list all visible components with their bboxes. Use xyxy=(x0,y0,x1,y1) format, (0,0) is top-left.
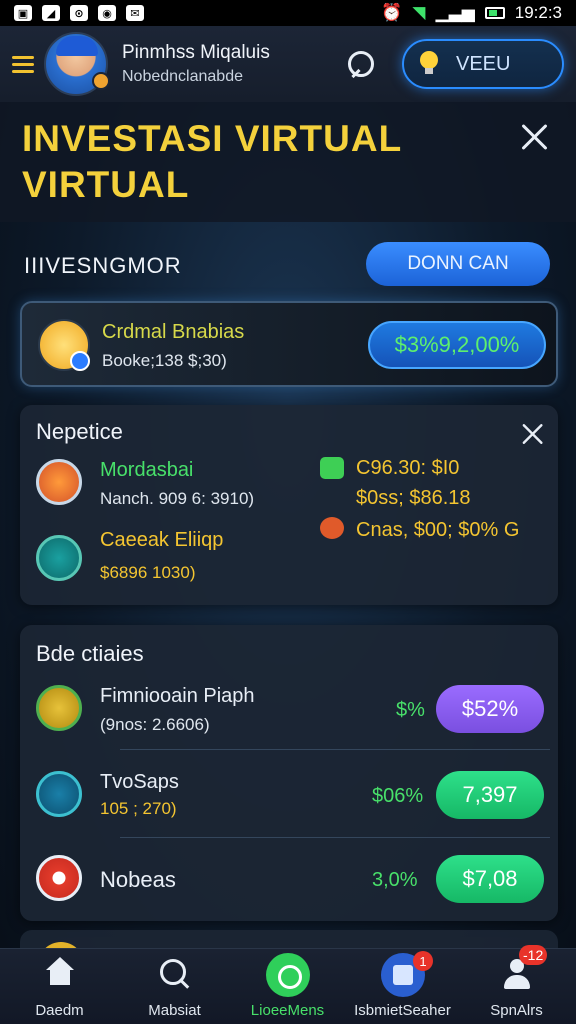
stat-line: C96.30: $I0 xyxy=(356,457,460,479)
caeeak-icon xyxy=(36,535,82,581)
gear-icon xyxy=(36,855,82,901)
nav-label: IsbmietSeaher xyxy=(354,1002,451,1019)
featured-subtitle: Booke;138 $;30) xyxy=(102,351,227,370)
nav-label: Daedm xyxy=(35,1002,84,1019)
page-title: INVESTASI VIRTUAL VIRTUAL xyxy=(22,118,402,205)
user-subtitle: Nobednclanabde xyxy=(122,68,243,85)
nav-item-profile[interactable]: -12 SpnAlrs xyxy=(459,945,574,1024)
menu-icon[interactable] xyxy=(12,55,34,73)
section-action-button[interactable]: DONN CAN xyxy=(366,242,550,286)
nepetice-item-subtitle: Nanch. 909 6: 3910) xyxy=(100,489,255,508)
chart-icon xyxy=(36,685,82,731)
avatar[interactable] xyxy=(44,32,110,96)
list-item-percent: $06% xyxy=(372,785,424,807)
close-icon[interactable] xyxy=(520,122,550,152)
divider xyxy=(120,837,550,838)
nav-label: SpnAlrs xyxy=(490,1002,543,1019)
featured-item[interactable]: Crdmal Bnabias Booke;138 $;30) $3%9,2,00… xyxy=(20,301,558,387)
list-item-percent: 3,0% xyxy=(372,869,418,891)
nepetice-item-name: Caeeak Eliiqp xyxy=(100,529,224,551)
battery-icon xyxy=(484,7,505,19)
chat-icon xyxy=(265,953,310,997)
alarm-icon: ⏰ xyxy=(381,3,403,22)
bottom-nav: Daedm Mabsiat LioeeMens 1 IsbmietSeaher … xyxy=(0,945,576,1024)
nav-label: LioeeMens xyxy=(250,1002,325,1019)
stat-line: Cnas, $00; $0% G xyxy=(356,519,520,541)
sync-icon: ⊙ xyxy=(70,5,88,21)
featured-value-pill[interactable]: $3%9,2,00% xyxy=(368,321,546,369)
chat-badge-icon xyxy=(320,457,344,479)
lightbulb-icon xyxy=(418,51,440,77)
coins-badge-icon xyxy=(320,517,344,539)
stat-line: $0ss; $86.18 xyxy=(356,487,471,509)
user-name: Pinmhss Miqaluis xyxy=(122,42,270,63)
nav-item-home[interactable]: Daedm xyxy=(2,949,117,1024)
notification-badge: 1 xyxy=(413,951,433,971)
status-icons: ▣ ◢ ⊙ ◉ ✉ xyxy=(14,5,144,21)
veeu-label: VEEU xyxy=(456,52,511,75)
nav-label: Mabsiat xyxy=(148,1002,201,1019)
search-icon[interactable] xyxy=(344,47,378,81)
value-pill[interactable]: $7,08 xyxy=(436,855,544,903)
status-bar: ▣ ◢ ⊙ ◉ ✉ ⏰ ◥ ▁▃▅ 19:2:3 xyxy=(0,0,576,26)
nav-item-inbox[interactable]: 1 IsbmietSeaher xyxy=(345,949,460,1024)
nepetice-card: Nepetice Mordasbai Nanch. 909 6: 3910) C… xyxy=(20,405,558,605)
list-item-name: Nobeas xyxy=(100,867,176,892)
home-icon xyxy=(44,957,76,987)
value-pill[interactable]: $52% xyxy=(436,685,544,733)
mail-icon: ✉ xyxy=(126,5,144,21)
value-pill[interactable]: 7,397 xyxy=(436,771,544,819)
nav-item-search[interactable]: Mabsiat xyxy=(117,949,232,1024)
app-icon: ◢ xyxy=(42,5,60,21)
nepetice-title: Nepetice xyxy=(36,419,123,444)
notification-badge: -12 xyxy=(519,945,548,965)
calculator-icon xyxy=(36,771,82,817)
photo-icon: ◉ xyxy=(98,5,116,21)
mordasbai-icon xyxy=(36,459,82,505)
status-time: 19:2:3 xyxy=(514,3,562,22)
search-icon xyxy=(158,957,192,991)
divider xyxy=(120,749,550,750)
close-icon[interactable] xyxy=(521,422,545,446)
list-item-subtitle: 105 ; 270) xyxy=(100,799,177,818)
top-bar: Pinmhss Miqaluis Nobednclanabde VEEU xyxy=(0,26,576,102)
veeu-button[interactable]: VEEU xyxy=(402,39,564,89)
title-panel: INVESTASI VIRTUAL VIRTUAL xyxy=(0,102,576,222)
list-item-name: TvoSaps xyxy=(100,771,179,793)
status-right: ⏰ ◥ ▁▃▅ 19:2:3 xyxy=(381,3,562,23)
user-info: Pinmhss Miqaluis Nobednclanabde xyxy=(122,42,270,86)
signal-icon: ▁▃▅ xyxy=(435,3,475,22)
featured-name: Crdmal Bnabias xyxy=(102,321,245,343)
list-item-subtitle: (9nos: 2.6606) xyxy=(100,715,210,734)
wifi-icon: ◥ xyxy=(412,3,426,22)
list-item-percent: $% xyxy=(396,699,425,721)
avatar-badge-icon xyxy=(92,72,110,90)
bde-chaies-card: Bde ctiaies Fimniooain Piaph (9nos: 2.66… xyxy=(20,625,558,921)
bde-chaies-title: Bde ctiaies xyxy=(36,641,144,666)
gallery-icon: ▣ xyxy=(14,5,32,21)
featured-badge-icon xyxy=(70,351,90,371)
list-item-name: Fimniooain Piaph xyxy=(100,685,255,707)
nepetice-item-name: Mordasbai xyxy=(100,459,194,481)
section-heading: IIIVESNGMOR xyxy=(24,253,182,278)
nav-item-messages[interactable]: LioeeMens xyxy=(230,949,345,1024)
nepetice-item-subtitle: $6896 1030) xyxy=(100,563,196,582)
